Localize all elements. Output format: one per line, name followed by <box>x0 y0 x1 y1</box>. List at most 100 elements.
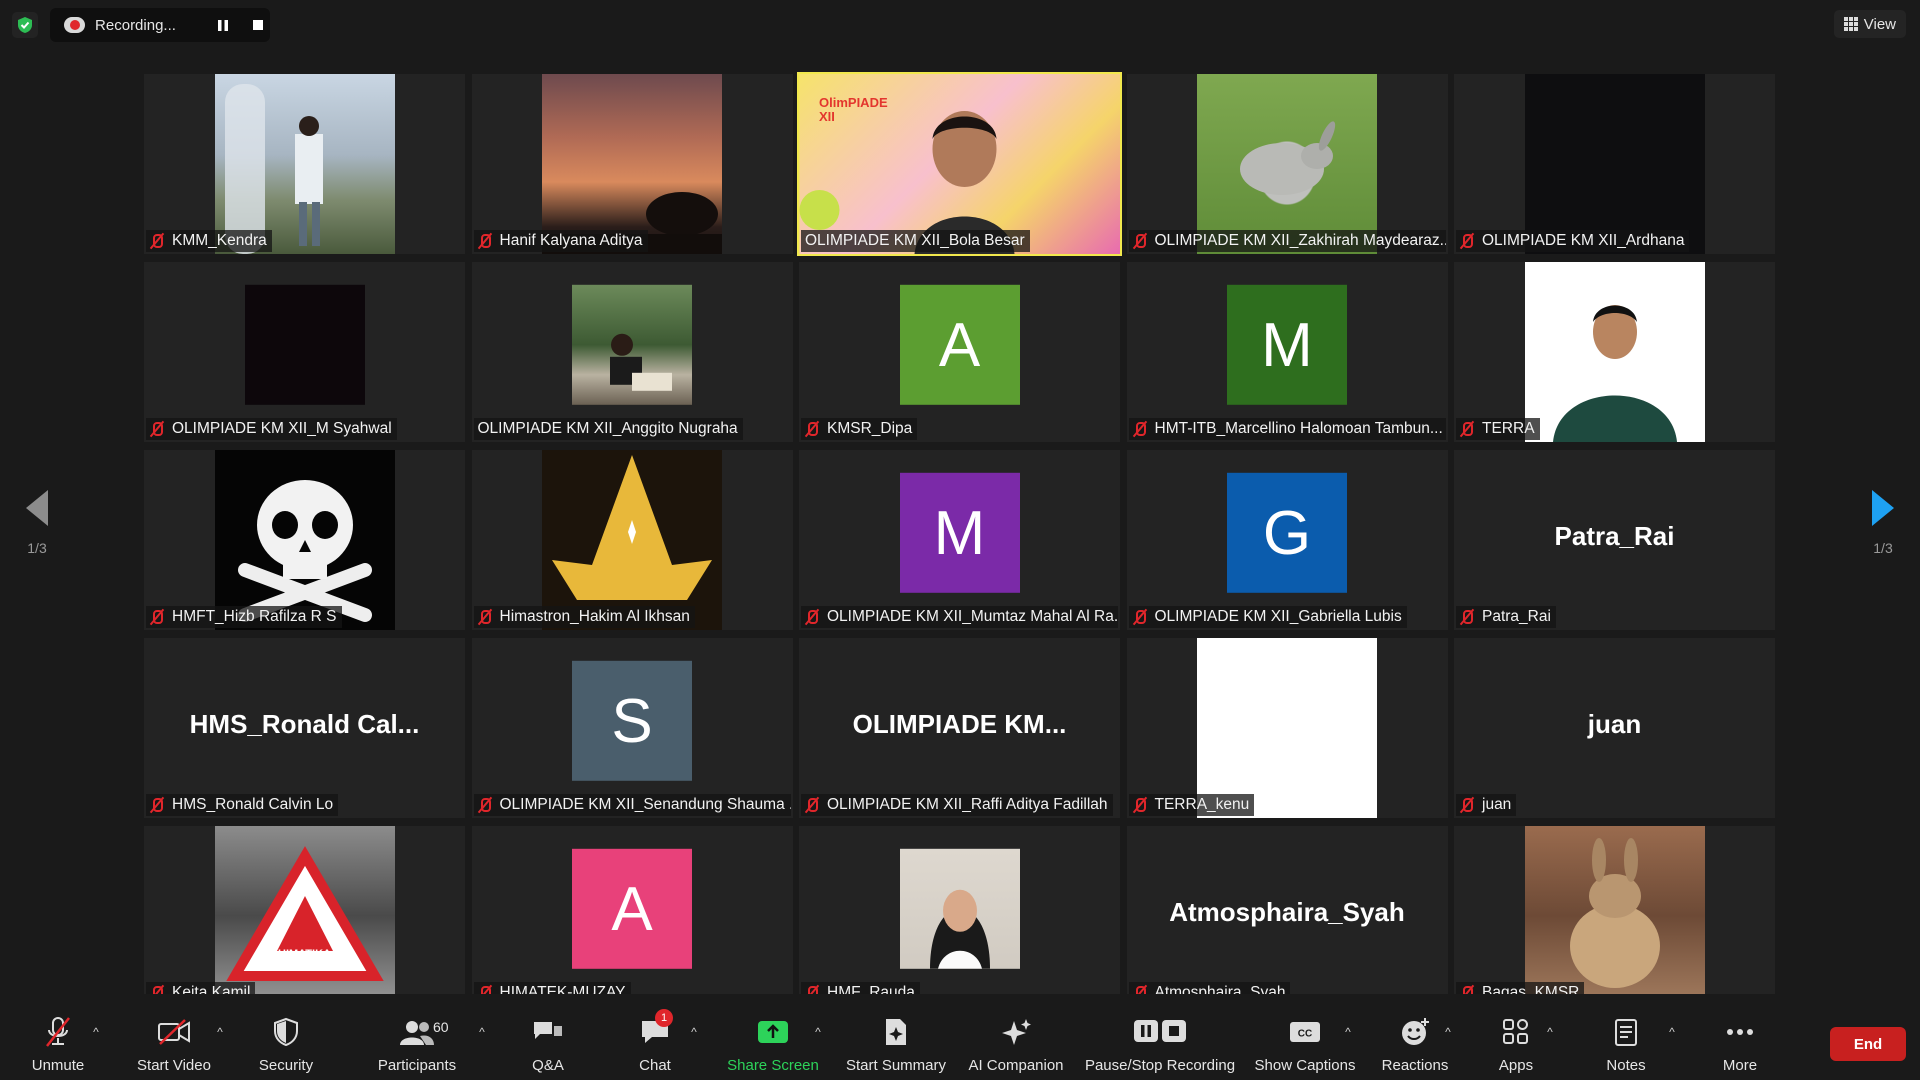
previous-page-nav[interactable]: 1/3 <box>12 490 62 600</box>
chevron-up-icon[interactable]: ^ <box>810 1024 826 1040</box>
more-icon <box>1720 1015 1760 1049</box>
end-meeting-button[interactable]: End <box>1830 1027 1906 1061</box>
pause-stop-recording-button[interactable]: Pause/Stop Recording <box>1080 994 1240 1080</box>
apps-label: Apps <box>1498 1057 1534 1074</box>
grid-view-icon <box>1843 17 1858 31</box>
participant-video: HIMATIKA <box>214 826 395 1006</box>
reactions-label: Reactions <box>1381 1057 1449 1074</box>
stop-recording-button[interactable] <box>245 12 270 38</box>
participant-display-name: HMS_Ronald Cal... <box>189 708 420 739</box>
participant-tile[interactable]: OLIMPIADE KM XII_Anggito Nugraha <box>471 262 793 442</box>
participant-tile[interactable]: OLIMPIADE KM... OLIMPIADE KM XII_Raffi A… <box>799 638 1120 818</box>
participant-tile[interactable]: OLIMPIADE KM XII_Ardhana <box>1454 74 1775 254</box>
chat-button[interactable]: 1 Chat <box>615 994 695 1080</box>
participant-tile[interactable]: juan juan <box>1454 638 1775 818</box>
qa-button[interactable]: Q&A <box>508 994 588 1080</box>
participant-tile[interactable]: Bagas_KMSR <box>1454 826 1775 1006</box>
chevron-up-icon[interactable]: ^ <box>212 1024 228 1040</box>
pause-recording-button[interactable] <box>210 12 235 38</box>
video-off-icon <box>154 1015 194 1049</box>
mic-muted-icon <box>805 609 819 625</box>
arrow-right-icon[interactable] <box>1872 490 1894 526</box>
mic-muted-icon <box>1460 797 1474 813</box>
mic-muted-icon <box>1460 233 1474 249</box>
participant-tile[interactable]: A KMSR_Dipa <box>799 262 1120 442</box>
notes-icon <box>1606 1015 1646 1049</box>
chevron-up-icon[interactable]: ^ <box>88 1024 104 1040</box>
participant-tile[interactable]: OLIMPIADE KM XII_M Syahwal <box>144 262 465 442</box>
chevron-up-icon[interactable]: ^ <box>1440 1024 1456 1040</box>
participant-name-label: OLIMPIADE KM XII_Ardhana <box>1456 230 1690 252</box>
pause-stop-icon <box>1130 1015 1190 1049</box>
participant-tile[interactable]: HIMATIKA Keita Kamil <box>144 826 465 1006</box>
participant-tile[interactable]: HMFT_Hizb Rafilza R S <box>144 450 465 630</box>
share-screen-label: Share Screen <box>727 1057 819 1074</box>
start-video-button[interactable]: Start Video <box>124 994 224 1080</box>
notes-button[interactable]: Notes <box>1586 994 1666 1080</box>
participant-tile[interactable]: M HMT-ITB_Marcellino Halomoan Tambun... <box>1126 262 1448 442</box>
security-label: Security <box>258 1057 314 1074</box>
chevron-up-icon[interactable]: ^ <box>1340 1024 1356 1040</box>
view-button[interactable]: View <box>1833 10 1906 38</box>
security-shield-icon[interactable] <box>12 12 38 38</box>
participant-tile[interactable]: KMM_Kendra <box>144 74 465 254</box>
mic-muted-icon <box>150 797 164 813</box>
participants-label: Participants <box>377 1057 457 1074</box>
participant-tile[interactable]: TERRA <box>1454 262 1775 442</box>
participant-tile[interactable]: HMS_Ronald Cal... HMS_Ronald Calvin Lo <box>144 638 465 818</box>
share-screen-icon <box>753 1015 793 1049</box>
participant-name-label: juan <box>1456 794 1517 816</box>
participant-tile[interactable]: Hanif Kalyana Aditya <box>471 74 793 254</box>
more-label: More <box>1722 1057 1758 1074</box>
participant-name-label: OLIMPIADE KM XII_Senandung Shauma ... <box>473 794 791 816</box>
security-button[interactable]: Security <box>246 994 326 1080</box>
participant-avatar: M <box>899 472 1020 593</box>
participant-name-label: HMT-ITB_Marcellino Halomoan Tambun... <box>1128 418 1446 440</box>
next-page-nav[interactable]: 1/3 <box>1858 490 1908 600</box>
recording-label: Recording... <box>95 16 176 34</box>
view-label: View <box>1863 15 1896 33</box>
mic-muted-icon <box>805 797 819 813</box>
participants-count: 60 <box>433 1019 449 1035</box>
mic-muted-icon <box>478 797 492 813</box>
participants-icon: 60 <box>397 1015 449 1049</box>
participant-tile[interactable]: HMF_Rauda <box>799 826 1120 1006</box>
participant-tile[interactable]: TERRA_kenu <box>1126 638 1448 818</box>
participant-name-label: OLIMPIADE KM XII_M Syahwal <box>146 418 397 440</box>
participant-tile[interactable]: M OLIMPIADE KM XII_Mumtaz Mahal Al Ra... <box>799 450 1120 630</box>
participants-button[interactable]: 60 Participants <box>364 994 470 1080</box>
participant-video <box>1524 826 1705 1006</box>
participant-tile[interactable]: A HIMATEK-MUZAY <box>471 826 793 1006</box>
mic-muted-icon <box>1133 421 1147 437</box>
page-indicator-right: 1/3 <box>1873 540 1893 556</box>
emoji-icon <box>1395 1015 1435 1049</box>
chevron-up-icon[interactable]: ^ <box>1664 1024 1680 1040</box>
participant-tile[interactable]: S OLIMPIADE KM XII_Senandung Shauma ... <box>471 638 793 818</box>
participant-tile[interactable]: Atmosphaira_Syah Atmosphaira_Syah <box>1126 826 1448 1006</box>
participant-video <box>1197 74 1377 254</box>
participant-video <box>214 74 395 254</box>
chevron-up-icon[interactable]: ^ <box>686 1024 702 1040</box>
shield-icon <box>266 1015 306 1049</box>
unmute-button[interactable]: Unmute <box>18 994 98 1080</box>
start-summary-button[interactable]: Start Summary <box>836 994 956 1080</box>
mic-muted-icon <box>478 233 492 249</box>
mic-muted-icon <box>150 609 164 625</box>
start-summary-label: Start Summary <box>845 1057 947 1074</box>
participant-tile[interactable]: G OLIMPIADE KM XII_Gabriella Lubis <box>1126 450 1448 630</box>
arrow-left-icon[interactable] <box>26 490 48 526</box>
participant-tile[interactable]: Patra_Rai Patra_Rai <box>1454 450 1775 630</box>
participant-avatar <box>899 848 1020 969</box>
active-speaker-tile[interactable]: OlimPIADE XII OLIMPIADE KM XII_Bola Besa… <box>797 72 1122 256</box>
participant-video <box>542 450 722 630</box>
more-button[interactable]: More <box>1700 994 1780 1080</box>
chevron-up-icon[interactable]: ^ <box>1542 1024 1558 1040</box>
olimpiade-logo: OlimPIADE XII <box>819 95 888 124</box>
ai-companion-button[interactable]: AI Companion <box>958 994 1074 1080</box>
participant-tile[interactable]: OLIMPIADE KM XII_Zakhirah Maydearaz... <box>1126 74 1448 254</box>
chevron-up-icon[interactable]: ^ <box>474 1024 490 1040</box>
participant-name-label: HMS_Ronald Calvin Lo <box>146 794 339 816</box>
show-captions-label: Show Captions <box>1254 1057 1356 1074</box>
participant-tile[interactable]: Himastron_Hakim Al Ikhsan <box>471 450 793 630</box>
sparkle-icon <box>996 1015 1036 1049</box>
